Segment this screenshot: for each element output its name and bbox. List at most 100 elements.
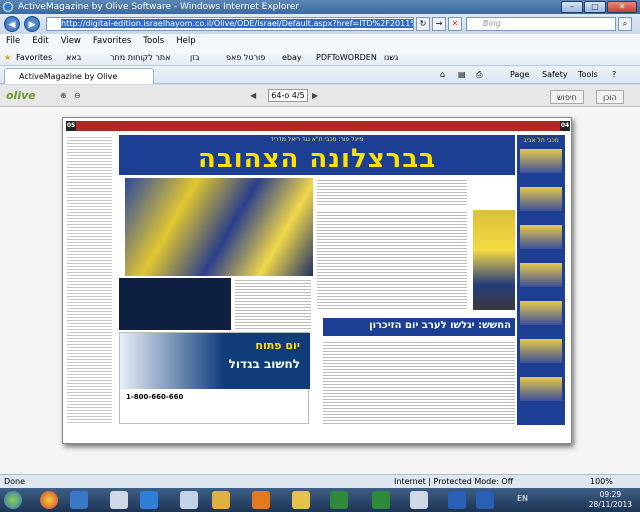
app3-icon[interactable] [410,491,428,509]
sidebar-panel: מכבי תל אביב [517,135,565,425]
sidebar-thumb-6 [520,339,562,363]
viewer-canvas: 05 04 פיינל פור: מכבי ת"א נגד ריאל מדריד… [0,107,640,474]
menu-tools[interactable]: Tools [143,36,164,46]
second-headline: החשש: יגלשו לערב יום הזיכרון [369,320,511,331]
clock-time: 09:29 [599,490,622,499]
language-indicator[interactable]: EN [517,494,528,503]
maximize-button[interactable]: □ [584,1,606,13]
page-number-left: 05 [66,121,76,131]
sidebar-thumb-3 [520,225,562,249]
ad-subtitle: לחשוב בגדול [228,357,300,371]
ad-header: יום פתוח לחשוב בגדול [120,333,310,389]
go-icon[interactable]: → [432,17,446,31]
excel2-icon[interactable] [372,491,390,509]
sidebar-thumb-5 [520,301,562,325]
ad-open-day: יום פתוח לחשוב בגדול 1-800-660-660 [119,332,310,424]
tools-menu[interactable]: Tools [578,66,598,84]
tab-contents[interactable]: הוכן [596,90,624,104]
menu-favorites[interactable]: Favorites [93,36,131,46]
help-icon[interactable]: ? [612,66,616,84]
folder-icon[interactable] [110,491,128,509]
tab-search[interactable]: חיפוש [550,90,584,104]
search-icon[interactable]: ⌕ [618,17,632,31]
fav-item-4[interactable]: פורטל פאפ [226,49,265,66]
feeds-icon[interactable]: ▤ [458,66,466,84]
stop-icon[interactable]: ✕ [448,17,462,31]
minimize-button[interactable]: – [561,1,583,13]
newspaper-spread[interactable]: 05 04 פיינל פור: מכבי ת"א נגד ריאל מדריד… [62,117,572,444]
ie-taskbar-icon[interactable] [140,491,158,509]
fav-item-7[interactable]: גשנו [384,49,398,66]
page-header-strip: 05 04 [66,121,570,131]
close-button[interactable]: ✕ [607,1,637,13]
ad-speaker [119,278,231,330]
next-page-icon[interactable]: ▶ [312,90,318,102]
ad-phone: 1-800-660-660 [126,393,184,401]
ad-title: יום פתוח [255,339,300,352]
zoom-out-icon[interactable]: ⊖ [74,90,81,102]
fav-item-6[interactable]: PDFToWORDEN [316,49,377,66]
status-bar: Done Internet | Protected Mode: Off 100% [0,474,640,488]
safety-menu[interactable]: Safety [542,66,568,84]
word2-icon[interactable] [476,491,494,509]
fav-item-5[interactable]: ebay [282,49,302,66]
page-menu[interactable]: Page [510,66,529,84]
word-icon[interactable] [448,491,466,509]
tab-activemagazine[interactable]: ActiveMagazine by Olive Software [4,68,154,96]
print-icon[interactable]: ⎙ [476,66,482,84]
sidebar-thumb-1 [520,149,562,173]
back-icon[interactable]: ◀ [4,16,20,32]
second-headline-box: החשש: יגלשו לערב יום הזיכרון [323,318,515,336]
fav-item-1[interactable]: באא [66,49,81,66]
excel-icon[interactable] [330,491,348,509]
chrome-icon[interactable] [40,491,58,509]
menu-help[interactable]: Help [176,36,195,46]
app-icon[interactable] [70,491,88,509]
fav-item-2[interactable]: אתר לקוחות מחר [110,49,170,66]
search-input[interactable]: Bing [466,17,616,31]
zoom-in-icon[interactable]: ⊕ [60,90,67,102]
headline: בברצלונה הצהובה [197,144,437,174]
page-indicator[interactable]: 64-ο 4/5 [268,89,308,102]
ie-window: ActiveMagazine by Olive Software - Windo… [0,0,640,512]
favorites-button[interactable]: Favorites [16,49,52,66]
app2-icon[interactable] [180,491,198,509]
outlook-icon[interactable] [252,491,270,509]
menu-view[interactable]: View [61,36,81,46]
url-field[interactable]: http://digital-edition.israelhayom.co.il… [46,17,414,31]
lead-text [317,178,467,206]
forward-icon[interactable]: ▶ [24,16,40,32]
article-text [317,210,467,310]
sidebar-thumb-7 [520,377,562,401]
middle-text [235,278,311,330]
player-photo [473,210,515,310]
address-bar: ◀ ▶ http://digital-edition.israelhayom.c… [0,14,640,34]
page-number-right: 04 [560,121,570,131]
url-text: http://digital-edition.israelhayom.co.il… [61,19,413,28]
favorites-bar: ★ Favorites באא אתר לקוחות מחר בזן פורטל… [0,49,640,66]
folder2-icon[interactable] [292,491,310,509]
zoom-level[interactable]: 100% [590,475,613,488]
refresh-icon[interactable]: ↻ [416,17,430,31]
tab-bar: ActiveMagazine by Olive Software ⌂ ▤ ⎙ P… [0,66,640,96]
clock-date: 28/11/2013 [588,500,632,509]
explorer-icon[interactable] [212,491,230,509]
second-article-text [323,340,515,426]
favorites-star-icon[interactable]: ★ [4,49,11,66]
left-text-column [67,135,112,425]
ie-logo-icon [3,2,13,12]
window-title: ActiveMagazine by Olive Software - Windo… [18,2,300,12]
menu-edit[interactable]: Edit [32,36,48,46]
status-text: Done [4,477,26,486]
sidebar-thumb-2 [520,187,562,211]
menu-bar: File Edit View Favorites Tools Help [0,34,640,49]
clock[interactable]: 09:29 28/11/2013 [589,490,632,510]
start-icon[interactable] [4,491,22,509]
fav-item-3[interactable]: בזן [190,49,200,66]
olive-logo: olive [6,89,36,102]
menu-file[interactable]: File [6,36,20,46]
prev-page-icon[interactable]: ◀ [250,90,256,102]
home-icon[interactable]: ⌂ [440,66,445,84]
viewer-toolbar: olive ⊕ ⊖ ◀ 64-ο 4/5 ▶ חיפוש הוכן [0,85,640,107]
headline-banner: פיינל פור: מכבי ת"א נגד ריאל מדריד בברצל… [119,135,515,175]
